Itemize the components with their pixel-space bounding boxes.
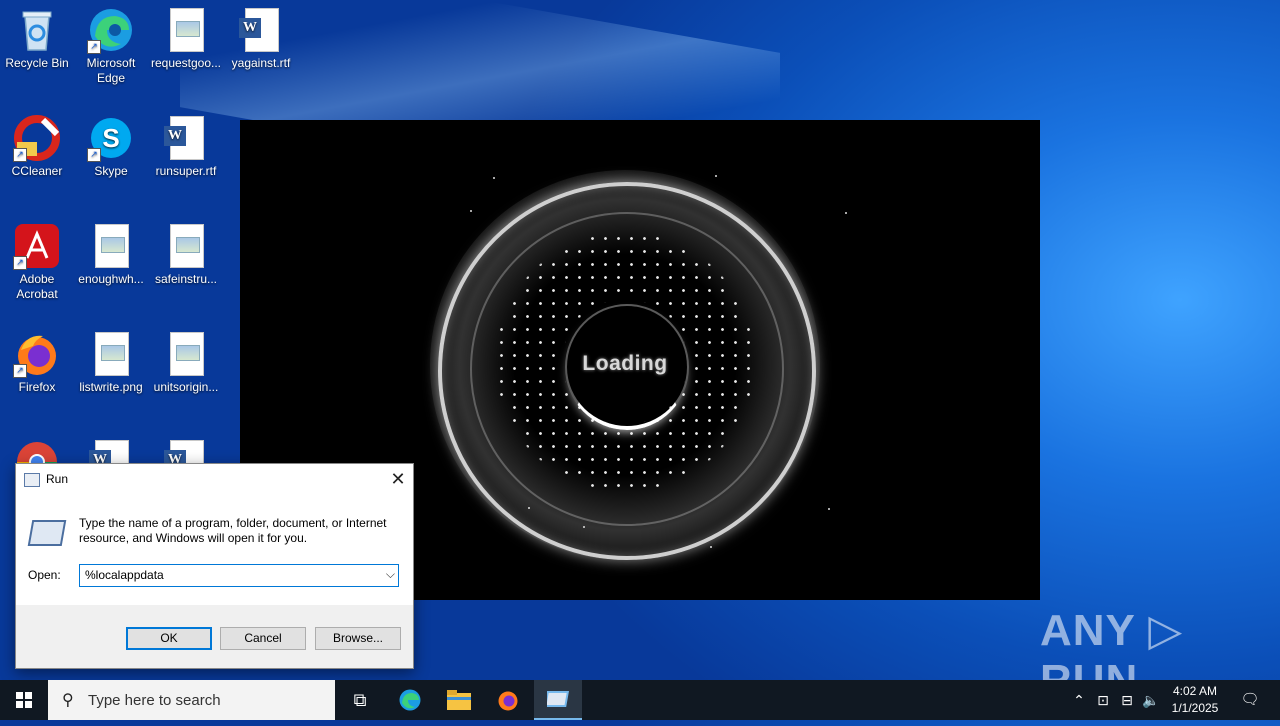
desktop-icon-label: Adobe Acrobat bbox=[16, 272, 58, 301]
desktop-icon-label: enoughwh... bbox=[78, 272, 144, 286]
image-file-icon bbox=[162, 222, 210, 270]
run-dialog-titlebar[interactable]: Run ✕ bbox=[16, 464, 413, 494]
run-dialog-body: Type the name of a program, folder, docu… bbox=[16, 494, 413, 604]
desktop-icon-label: unitsorigin... bbox=[153, 380, 219, 394]
clock-date: 1/1/2025 bbox=[1171, 701, 1219, 715]
open-input[interactable]: %localappdata bbox=[85, 568, 164, 582]
start-button[interactable] bbox=[0, 680, 48, 720]
taskbar-edge-icon[interactable] bbox=[386, 680, 434, 720]
file-explorer-icon[interactable] bbox=[435, 680, 483, 720]
desktop: Recycle Bin ↗ CCleaner ↗ Adobe Acrobat ↗… bbox=[0, 0, 1280, 705]
desktop-icon-yagainst[interactable]: W yagainst.rtf bbox=[224, 0, 298, 71]
open-combobox[interactable]: %localappdata ⌵ bbox=[79, 564, 399, 587]
star-particle bbox=[493, 177, 495, 179]
notification-icon[interactable]: 🗨 bbox=[1235, 680, 1265, 720]
clock-time: 4:02 AM bbox=[1172, 684, 1218, 698]
edge-icon: ↗ bbox=[87, 6, 135, 54]
desktop-icon-firefox[interactable]: ↗ Firefox bbox=[0, 324, 74, 395]
search-placeholder: Type here to search bbox=[88, 692, 221, 709]
image-file-icon bbox=[87, 330, 135, 378]
volume-icon[interactable]: 🔈 bbox=[1140, 680, 1162, 720]
desktop-icon-skype[interactable]: S ↗ Skype bbox=[74, 108, 148, 179]
run-dialog-title: Run bbox=[46, 472, 69, 486]
meet-now-icon[interactable]: ⊡ bbox=[1092, 680, 1114, 720]
taskbar-search-box[interactable]: ⚲ Type here to search bbox=[48, 680, 335, 720]
star-particle bbox=[828, 508, 830, 510]
desktop-icon-runsuper[interactable]: W runsuper.rtf bbox=[149, 108, 223, 179]
shortcut-arrow-icon: ↗ bbox=[87, 148, 101, 162]
image-file-icon bbox=[162, 6, 210, 54]
desktop-icon-label: Skype bbox=[94, 164, 128, 178]
taskbar: ⚲ Type here to search ⧉ ⌃ ⊡ ⊟ 🔈 4:02 AM … bbox=[0, 680, 1280, 720]
shortcut-arrow-icon: ↗ bbox=[87, 40, 101, 54]
desktop-icon-requestgoo[interactable]: requestgoo... bbox=[149, 0, 223, 71]
chevron-up-icon[interactable]: ⌃ bbox=[1068, 680, 1090, 720]
run-program-icon bbox=[27, 520, 67, 546]
image-file-icon bbox=[87, 222, 135, 270]
desktop-icon-label: yagainst.rtf bbox=[231, 56, 291, 70]
word-doc-icon: W bbox=[162, 114, 210, 162]
run-dialog[interactable]: Run ✕ Type the name of a program, folder… bbox=[15, 463, 414, 669]
desktop-icon-safeinstru[interactable]: safeinstru... bbox=[149, 216, 223, 287]
desktop-icon-label: listwrite.png bbox=[79, 380, 143, 394]
desktop-icon-enoughwh[interactable]: enoughwh... bbox=[74, 216, 148, 287]
search-icon: ⚲ bbox=[62, 692, 74, 709]
ok-button[interactable]: OK bbox=[126, 627, 212, 650]
desktop-icon-label: Firefox bbox=[18, 380, 56, 394]
taskbar-firefox-icon[interactable] bbox=[484, 680, 532, 720]
windows-logo-icon bbox=[16, 692, 32, 708]
desktop-icon-ccleaner[interactable]: ↗ CCleaner bbox=[0, 108, 74, 179]
network-icon[interactable]: ⊟ bbox=[1116, 680, 1138, 720]
star-particle bbox=[470, 210, 472, 212]
browse-button[interactable]: Browse... bbox=[315, 627, 401, 650]
ccleaner-icon: ↗ bbox=[13, 114, 61, 162]
desktop-icon-label: runsuper.rtf bbox=[155, 164, 217, 178]
shortcut-arrow-icon: ↗ bbox=[13, 256, 27, 270]
skype-icon: S ↗ bbox=[87, 114, 135, 162]
desktop-icon-label: requestgoo... bbox=[150, 56, 222, 70]
taskbar-run-icon[interactable] bbox=[534, 680, 582, 720]
star-particle bbox=[715, 175, 717, 177]
desktop-icon-label: Recycle Bin bbox=[5, 56, 69, 70]
taskbar-clock[interactable]: 4:02 AM 1/1/2025 bbox=[1160, 683, 1230, 717]
star-particle bbox=[710, 546, 712, 548]
run-app-icon bbox=[24, 473, 40, 487]
open-label: Open: bbox=[28, 568, 61, 582]
loading-text: Loading bbox=[582, 352, 668, 375]
shortcut-arrow-icon: ↗ bbox=[13, 148, 27, 162]
star-particle bbox=[845, 212, 847, 214]
recycle-bin-icon bbox=[13, 6, 61, 54]
word-doc-icon: W bbox=[237, 6, 285, 54]
cancel-button[interactable]: Cancel bbox=[220, 627, 306, 650]
desktop-icon-label: Microsoft Edge bbox=[86, 56, 136, 85]
run-dialog-footer: OK Cancel Browse... bbox=[16, 605, 413, 668]
shortcut-arrow-icon: ↗ bbox=[13, 364, 27, 378]
chevron-down-icon[interactable]: ⌵ bbox=[386, 567, 395, 582]
star-particle bbox=[528, 507, 530, 509]
acrobat-icon: ↗ bbox=[13, 222, 61, 270]
firefox-icon: ↗ bbox=[13, 330, 61, 378]
star-particle bbox=[583, 526, 585, 528]
desktop-icon-microsoft-edge[interactable]: ↗ Microsoft Edge bbox=[74, 0, 148, 86]
close-icon[interactable]: ✕ bbox=[383, 464, 413, 494]
desktop-icon-listwrite[interactable]: listwrite.png bbox=[74, 324, 148, 395]
desktop-icon-label: safeinstru... bbox=[154, 272, 218, 286]
run-dialog-description: Type the name of a program, folder, docu… bbox=[79, 516, 387, 545]
image-file-icon bbox=[162, 330, 210, 378]
desktop-icon-label: CCleaner bbox=[11, 164, 63, 178]
desktop-icon-unitsorigin[interactable]: unitsorigin... bbox=[149, 324, 223, 395]
desktop-icon-recycle-bin[interactable]: Recycle Bin bbox=[0, 0, 74, 71]
desktop-icon-adobe-acrobat[interactable]: ↗ Adobe Acrobat bbox=[0, 216, 74, 302]
svg-text:S: S bbox=[102, 123, 119, 153]
task-view-icon[interactable]: ⧉ bbox=[336, 680, 384, 720]
